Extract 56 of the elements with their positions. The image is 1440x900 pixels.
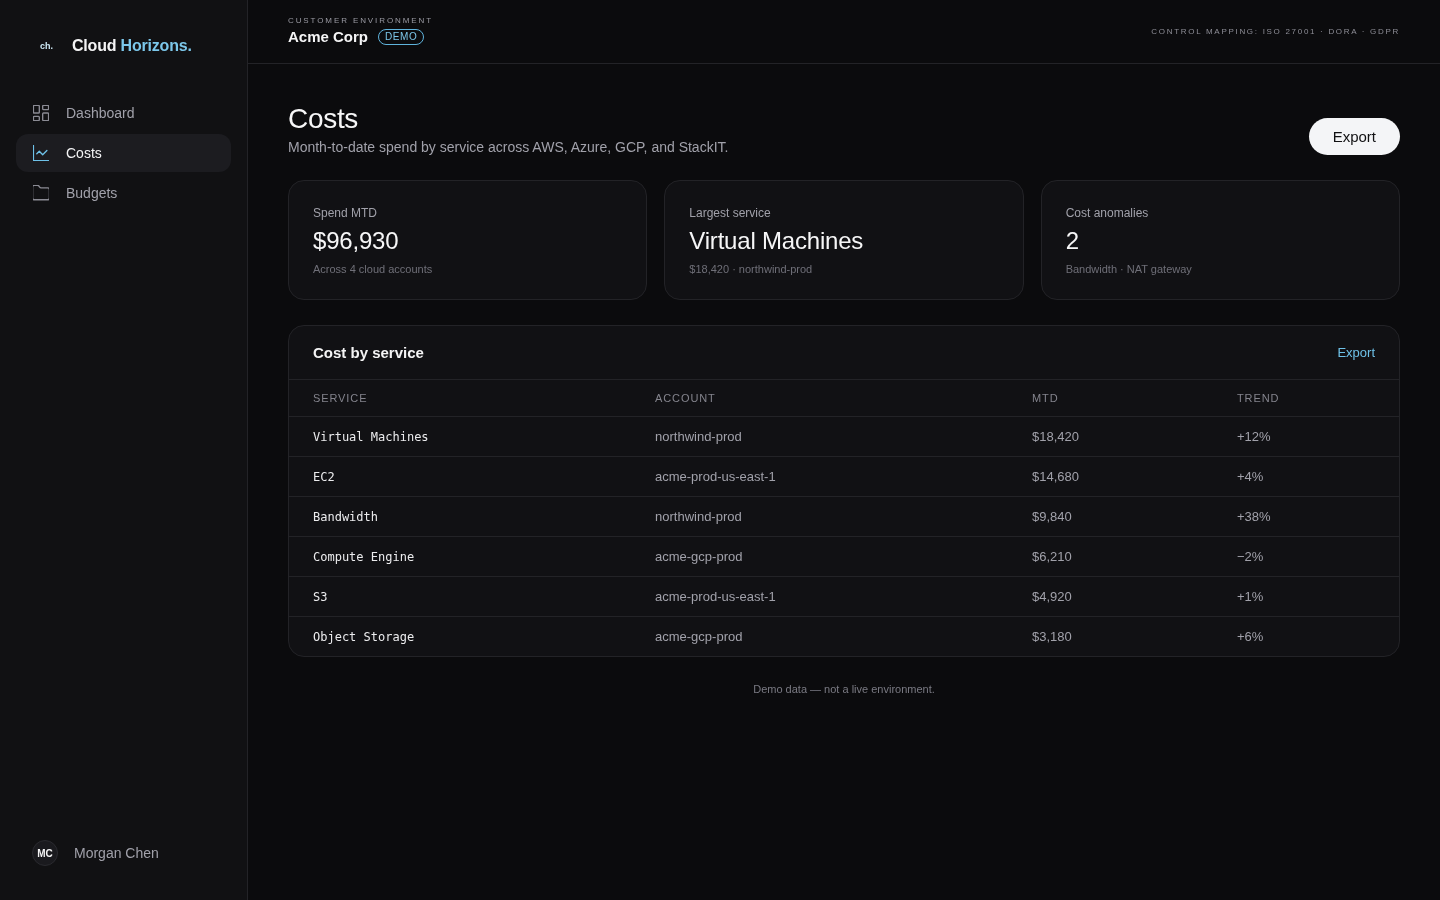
folder-icon: [33, 185, 49, 201]
compliance-label: CONTROL MAPPING: ISO 27001 · DORA · GDPR: [1151, 27, 1400, 36]
table-cell-text: −2%: [1237, 549, 1265, 564]
table-cell-text: acme-prod-us-east-1: [655, 469, 777, 484]
table-cell-text: Object Storage: [313, 629, 416, 644]
column-header: ACCOUNT: [655, 392, 717, 404]
stat-value: Virtual Machines: [689, 226, 865, 256]
page-title: Costs: [288, 102, 360, 136]
table-cell-text: +6%: [1237, 629, 1265, 644]
table-cell-text: $9,840: [1032, 509, 1073, 524]
table-cell-text: +38%: [1237, 509, 1272, 524]
table-cell-text: EC2: [313, 469, 336, 484]
nav-item[interactable]: Costs: [16, 134, 231, 172]
stat-note: Across 4 cloud accounts: [313, 262, 434, 276]
line-chart-icon: [33, 145, 49, 161]
customer-name: Acme Corp: [288, 27, 369, 46]
table-cell-text: $4,920: [1032, 589, 1073, 604]
column-header: TREND: [1237, 392, 1281, 404]
stat-value: $96,930: [313, 226, 400, 256]
table-title: Cost by service: [313, 344, 424, 361]
stat-label: Spend MTD: [313, 205, 379, 221]
table-cell-text: acme-prod-us-east-1: [655, 589, 777, 604]
stat-note: Bandwidth · NAT gateway: [1065, 262, 1193, 276]
table-cell-text: Virtual Machines: [313, 429, 430, 444]
eyebrow-label: CUSTOMER ENVIRONMENT: [288, 15, 433, 26]
table-cell-text: +1%: [1237, 589, 1265, 604]
table-cell-text: northwind-prod: [655, 429, 743, 444]
table-cell-text: northwind-prod: [655, 509, 743, 524]
nav-item[interactable]: Dashboard: [16, 94, 231, 132]
table-cell-text: S3: [313, 589, 329, 604]
table-cell-text: Compute Engine: [313, 549, 416, 564]
stat-label: Largest service: [689, 205, 772, 221]
nav-item[interactable]: Budgets: [16, 174, 231, 212]
stat-label: Cost anomalies: [1065, 205, 1150, 221]
brand-mark: ch.: [40, 41, 53, 51]
page-subtitle: Month-to-date spend by service across AWS, Azure, GCP, and StackIT.: [288, 138, 729, 157]
table-cell-text: acme-gcp-prod: [655, 549, 744, 564]
grid-icon: [33, 105, 49, 121]
footer-note: Demo data — not a live environment.: [753, 682, 935, 697]
table-cell-text: Bandwidth: [313, 509, 380, 524]
table-cell-text: +12%: [1237, 429, 1272, 444]
column-header: SERVICE: [313, 392, 369, 404]
stat-value: 2: [1065, 226, 1080, 256]
stat-note: $18,420 · northwind-prod: [689, 262, 814, 276]
table-cell-text: +4%: [1237, 469, 1265, 484]
table-cell-text: $3,180: [1032, 629, 1073, 644]
export-button[interactable]: Export: [1308, 118, 1400, 155]
user-name: Morgan Chen: [74, 845, 159, 861]
table-cell-text: $6,210: [1032, 549, 1073, 564]
user-avatar[interactable]: MC: [32, 840, 58, 866]
table-cell-text: $14,680: [1032, 469, 1080, 484]
brand-name: Cloud Horizons.: [72, 37, 192, 55]
column-header: MTD: [1032, 392, 1060, 404]
export-link[interactable]: Export: [1337, 345, 1375, 360]
table-cell-text: acme-gcp-prod: [655, 629, 744, 644]
table-cell-text: $18,420: [1032, 429, 1080, 444]
